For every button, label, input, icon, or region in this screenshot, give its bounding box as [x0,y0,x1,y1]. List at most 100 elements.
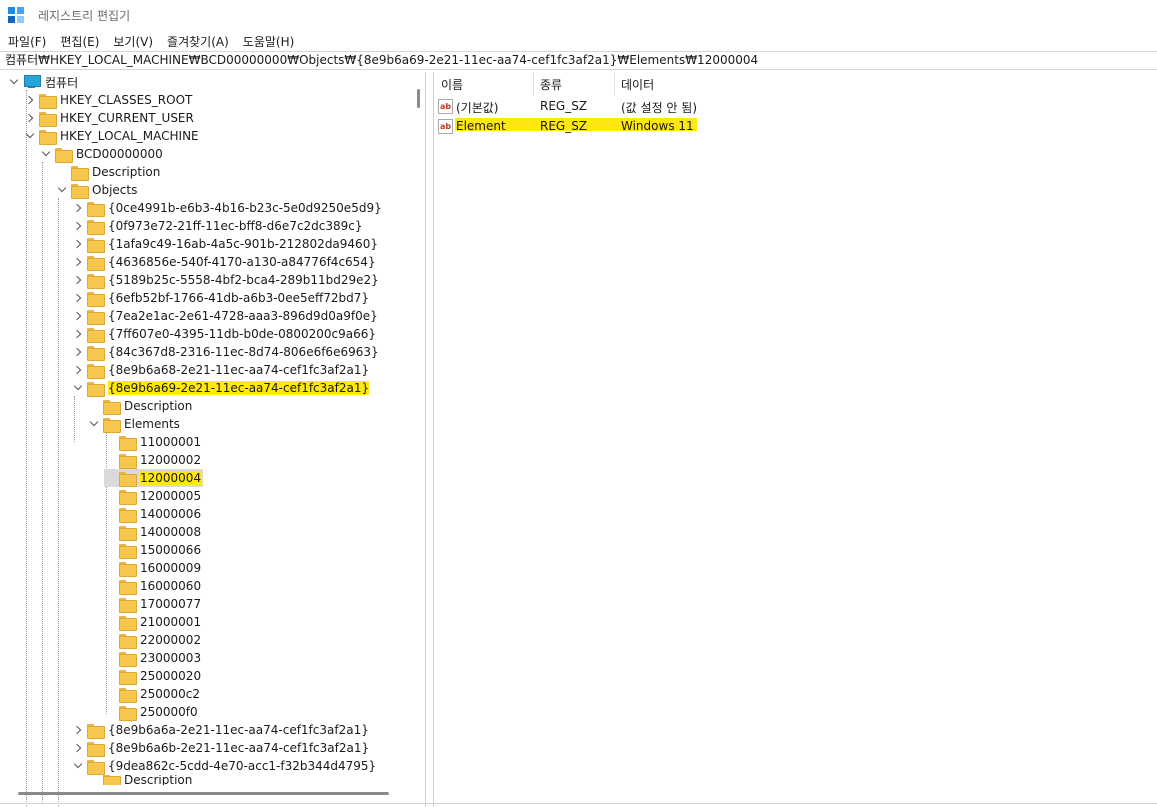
tree-label: Elements [124,417,180,431]
folder-icon [119,471,137,487]
chevron-right-icon[interactable] [72,364,84,376]
tree-item[interactable]: {8e9b6a68-2e21-11ec-aa74-cef1fc3af2a1} [72,361,369,379]
tree-item[interactable]: {6efb52bf-1766-41db-a6b3-0ee5eff72bd7} [72,289,369,307]
chevron-right-icon[interactable] [72,724,84,736]
folder-icon [87,327,105,343]
chevron-right-icon[interactable] [72,328,84,340]
column-header-name[interactable]: 이름 [441,76,463,93]
tree-item[interactable]: 12000005 [104,487,201,505]
menu-bar: 파일(F) 편집(E) 보기(V) 즐겨찾기(A) 도움말(H) [0,31,1157,51]
tree-item[interactable]: {7ff607e0-4395-11db-b0de-0800200c9a66} [72,325,376,343]
folder-icon [71,165,89,181]
horizontal-scrollbar[interactable] [18,792,389,795]
vertical-scrollbar[interactable] [417,89,420,108]
tree-label: BCD00000000 [76,147,163,161]
tree-item[interactable]: {9dea862c-5cdd-4e70-acc1-f32b344d4795} [72,757,376,775]
tree-label: 21000001 [140,615,202,629]
folder-icon [119,705,137,721]
tree-label: {8e9b6a69-2e21-11ec-aa74-cef1fc3af2a1} [108,381,370,395]
tree-item[interactable]: Objects [56,181,137,199]
tree-item[interactable]: {0ce4991b-e6b3-4b16-b23c-5e0d9250e5d9} [72,199,382,217]
tree-label: HKEY_CURRENT_USER [60,111,194,125]
tree-label: 250000f0 [140,705,198,719]
tree-item[interactable]: 14000006 [104,505,201,523]
tree-item[interactable]: {0f973e72-21ff-11ec-bff8-d6e7c2dc389c} [72,217,363,235]
tree-item[interactable]: Elements [88,415,180,433]
chevron-down-icon[interactable] [88,418,100,430]
chevron-right-icon[interactable] [72,742,84,754]
tree-item[interactable]: {8e9b6a6a-2e21-11ec-aa74-cef1fc3af2a1} [72,721,369,739]
tree-item[interactable]: 21000001 [104,613,201,631]
tree-label: {7ff607e0-4395-11db-b0de-0800200c9a66} [108,327,377,341]
address-bar[interactable]: 컴퓨터₩HKEY_LOCAL_MACHINE₩BCD00000000₩Objec… [0,51,1157,70]
tree-item[interactable]: Description [88,775,192,785]
tree-item[interactable]: {5189b25c-5558-4bf2-bca4-289b11bd29e2} [72,271,379,289]
menu-help[interactable]: 도움말(H) [243,33,295,50]
tree-item[interactable]: Description [56,163,160,181]
chevron-right-icon[interactable] [72,256,84,268]
chevron-down-icon[interactable] [8,76,20,88]
tree-item[interactable]: Description [88,397,192,415]
chevron-right-icon[interactable] [72,238,84,250]
chevron-right-icon[interactable] [24,94,36,106]
menu-edit[interactable]: 편집(E) [60,33,99,50]
tree-label: {8e9b6a68-2e21-11ec-aa74-cef1fc3af2a1} [108,363,370,377]
chevron-right-icon[interactable] [72,310,84,322]
tree-item[interactable]: 14000008 [104,523,201,541]
tree-label: Description [124,775,193,785]
tree-label: 11000001 [140,435,202,449]
tree-item[interactable]: 23000003 [104,649,201,667]
tree-label: 12000005 [140,489,202,503]
tree-item[interactable]: 12000002 [104,451,201,469]
folder-icon [119,561,137,577]
chevron-down-icon[interactable] [40,148,52,160]
chevron-right-icon[interactable] [72,292,84,304]
string-value-icon: ab [438,119,453,134]
chevron-down-icon[interactable] [56,184,68,196]
tree-item[interactable]: {8e9b6a6b-2e21-11ec-aa74-cef1fc3af2a1} [72,739,369,757]
folder-icon [87,273,105,289]
chevron-down-icon[interactable] [72,382,84,394]
tree-item-expanded-guid[interactable]: {8e9b6a69-2e21-11ec-aa74-cef1fc3af2a1} [72,379,370,397]
tree-item[interactable]: 250000c2 [104,685,200,703]
tree-item[interactable]: 25000020 [104,667,201,685]
tree-label: 12000002 [140,453,202,467]
tree-item[interactable]: 11000001 [104,433,201,451]
chevron-right-icon[interactable] [72,274,84,286]
tree-item[interactable]: HKEY_CURRENT_USER [24,109,194,127]
chevron-right-icon[interactable] [72,220,84,232]
tree-item[interactable]: {84c367d8-2316-11ec-8d74-806e6f6e6963} [72,343,379,361]
tree-item[interactable]: HKEY_LOCAL_MACHINE [24,127,199,145]
tree-item[interactable]: 22000002 [104,631,201,649]
list-item[interactable]: ab (기본값) REG_SZ (값 설정 안 됨) [438,98,738,116]
chevron-right-icon[interactable] [72,346,84,358]
tree-item[interactable]: {1afa9c49-16ab-4a5c-901b-212802da9460} [72,235,378,253]
menu-view[interactable]: 보기(V) [113,33,153,50]
folder-icon [119,597,137,613]
menu-favorites[interactable]: 즐겨찾기(A) [167,33,229,50]
tree-item[interactable]: {4636856e-540f-4170-a130-a84776f4c654} [72,253,376,271]
column-header-data[interactable]: 데이터 [621,76,654,93]
tree-item[interactable]: BCD00000000 [40,145,163,163]
chevron-down-icon[interactable] [72,760,84,772]
chevron-right-icon[interactable] [24,112,36,124]
tree-item[interactable]: 17000077 [104,595,201,613]
tree-item[interactable]: HKEY_CLASSES_ROOT [24,91,192,109]
value-list[interactable]: 이름 종류 데이터 ab (기본값) REG_SZ (값 설정 안 됨) ab … [433,72,1157,807]
tree-item[interactable]: {7ea2e1ac-2e61-4728-aaa3-896d9d0a9f0e} [72,307,378,325]
key-tree[interactable]: 컴퓨터 HKEY_CLASSES_ROOT HKEY_CURRENT_USER … [4,72,426,807]
tree-item[interactable]: 16000009 [104,559,201,577]
chevron-right-icon[interactable] [72,202,84,214]
list-header: 이름 종류 데이터 [434,72,1157,96]
chevron-down-icon[interactable] [24,130,36,142]
tree-item[interactable]: 15000066 [104,541,201,559]
menu-file[interactable]: 파일(F) [8,33,46,50]
tree-item-selected[interactable]: 12000004 [104,469,204,487]
list-item-highlighted[interactable]: ab Element REG_SZ Windows 11 [438,118,738,136]
value-data: Windows 11 [621,119,694,133]
folder-icon [119,579,137,595]
tree-item[interactable]: 250000f0 [104,703,198,721]
tree-root[interactable]: 컴퓨터 [8,73,78,91]
tree-item[interactable]: 16000060 [104,577,201,595]
column-header-type[interactable]: 종류 [540,76,562,93]
